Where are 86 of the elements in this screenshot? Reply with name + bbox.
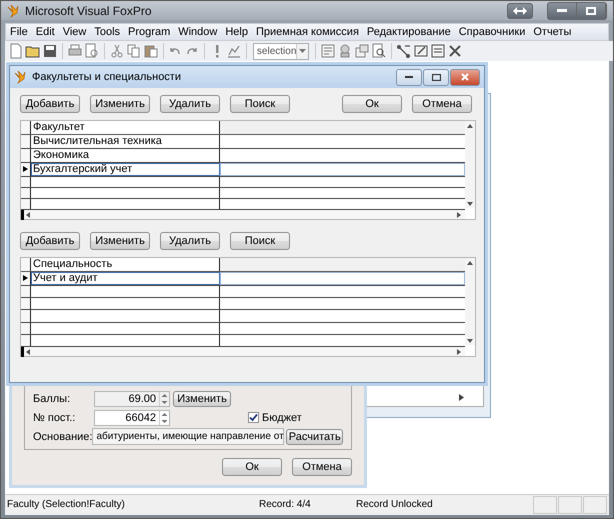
button[interactable]: Поиск	[230, 232, 290, 250]
copy-icon[interactable]	[126, 42, 142, 60]
app-logo-icon	[7, 4, 21, 18]
text-field[interactable]: абитуриенты, имеющие направление от	[92, 428, 284, 445]
row-selector[interactable]	[21, 322, 31, 334]
save-icon[interactable]	[42, 42, 58, 60]
menu-item[interactable]: Help	[221, 26, 252, 38]
minimize-icon	[405, 76, 413, 78]
column-header[interactable]: Специальность	[31, 258, 220, 271]
button[interactable]: Удалить	[160, 232, 220, 250]
form-list-icon[interactable]	[430, 42, 446, 60]
field-label: № пост.:	[33, 412, 76, 424]
table-cell: Вычислительная техника	[31, 135, 220, 148]
app-logo-icon	[14, 70, 28, 84]
menu-item[interactable]: Приемная комиссия	[252, 26, 363, 38]
new-file-icon[interactable]	[8, 42, 24, 60]
button[interactable]: Добавить	[20, 95, 80, 113]
row-selector[interactable]	[21, 272, 31, 285]
menu-item[interactable]: File	[6, 26, 32, 38]
restore-icon	[586, 6, 596, 14]
close-icon	[461, 73, 469, 81]
row-selector[interactable]	[21, 334, 31, 346]
row-selector[interactable]	[21, 163, 31, 176]
row-selector[interactable]	[21, 286, 31, 298]
menu-item[interactable]: Редактирование	[362, 26, 455, 38]
minimize-icon	[557, 8, 567, 12]
magnifier-icon[interactable]	[371, 42, 388, 60]
double-arrow-icon	[513, 6, 527, 14]
status-text: Record: 4/4	[259, 499, 311, 510]
button[interactable]: Изменить	[173, 390, 231, 406]
menu-item[interactable]: Program	[124, 26, 174, 38]
button[interactable]: Добавить	[20, 232, 80, 250]
selection-combo[interactable]: selection	[252, 42, 310, 60]
table-cell: Экономика	[31, 149, 220, 162]
button[interactable]: Удалить	[160, 95, 220, 113]
scissors-icon[interactable]	[108, 42, 125, 60]
row-selector[interactable]	[21, 298, 31, 310]
button[interactable]: Ок	[342, 95, 402, 113]
menu-item[interactable]: Отчеты	[529, 26, 576, 38]
spin-arrows-icon[interactable]	[159, 410, 169, 424]
window-title: Факультеты и специальности	[32, 71, 181, 83]
spinner-field[interactable]: 66042	[94, 410, 170, 426]
minimize-button[interactable]	[396, 68, 422, 86]
scroll-up-icon[interactable]	[465, 261, 475, 267]
menu-item[interactable]: Window	[174, 26, 222, 38]
button[interactable]: Отмена	[292, 458, 352, 476]
close-button[interactable]	[450, 68, 480, 86]
field-label: Баллы:	[33, 392, 72, 404]
vertical-scrollbar[interactable]	[465, 258, 475, 356]
button[interactable]: Изменить	[90, 232, 150, 250]
menu-item[interactable]: Tools	[90, 26, 124, 38]
form-icon[interactable]	[320, 42, 336, 60]
button[interactable]: Изменить	[90, 95, 150, 113]
connector-icon[interactable]	[396, 42, 412, 60]
button[interactable]: Ок	[222, 458, 282, 476]
vertical-scrollbar[interactable]	[465, 121, 475, 219]
scroll-thumb[interactable]	[21, 346, 24, 357]
row-selector[interactable]	[21, 135, 31, 148]
scroll-down-icon[interactable]	[465, 339, 475, 345]
row-selector[interactable]	[21, 310, 31, 322]
button[interactable]: Поиск	[230, 95, 290, 113]
scroll-right-icon[interactable]	[459, 394, 464, 401]
checkbox[interactable]	[248, 412, 259, 423]
menu-item[interactable]: View	[58, 26, 90, 38]
field-label: Основание:	[33, 430, 92, 442]
row-selector[interactable]	[21, 149, 31, 162]
scroll-down-icon[interactable]	[465, 202, 475, 208]
checkbox-label: Бюджет	[262, 412, 302, 424]
menu-item[interactable]: Справочники	[454, 26, 530, 38]
table-cell: Бухгалтерский учет	[31, 163, 220, 176]
scroll-thumb[interactable]	[21, 210, 24, 220]
horizontal-scrollbar[interactable]	[21, 347, 465, 356]
status-text: Faculty (Selection!Faculty)	[7, 499, 125, 510]
preview-icon[interactable]	[84, 42, 100, 60]
scroll-up-icon[interactable]	[465, 124, 475, 130]
table-cell: Учет и аудит	[31, 272, 220, 285]
column-header[interactable]: Факультет	[31, 121, 220, 134]
restore-button[interactable]	[423, 68, 449, 86]
window-title: Microsoft Visual FoxPro	[25, 4, 152, 18]
status-text: Record Unlocked	[356, 499, 433, 510]
button[interactable]: Отмена	[412, 95, 472, 113]
restore-icon	[432, 74, 440, 80]
horizontal-scrollbar[interactable]	[21, 210, 465, 219]
resize-button[interactable]	[507, 2, 533, 18]
button[interactable]: Расчитать	[286, 428, 343, 444]
menu-item[interactable]: Edit	[32, 26, 59, 38]
